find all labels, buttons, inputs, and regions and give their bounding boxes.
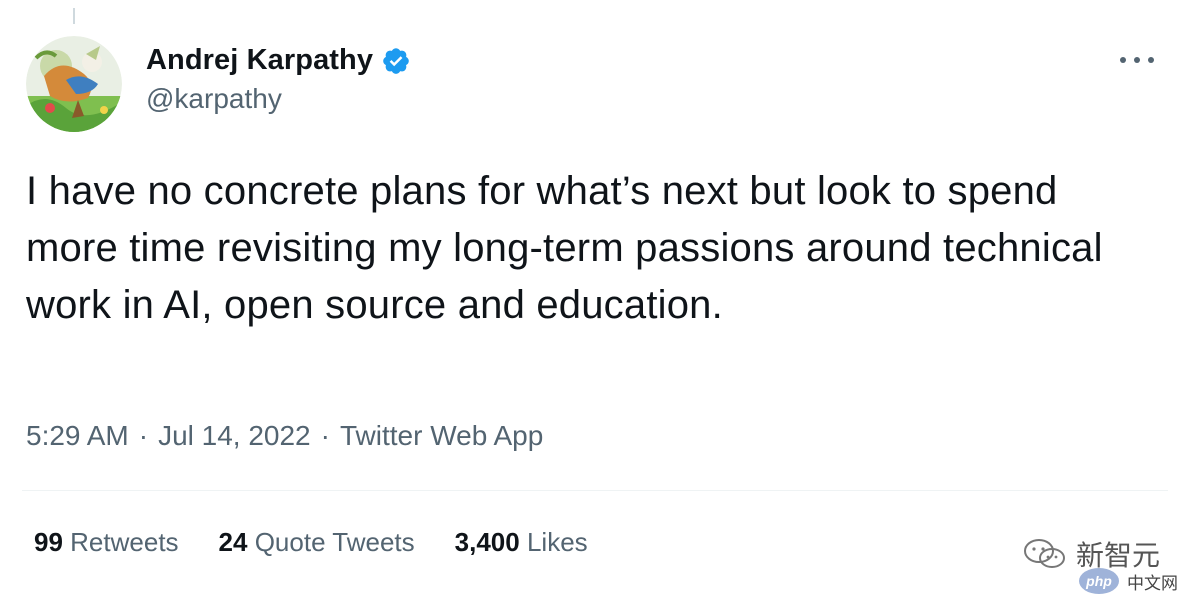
tweet-meta: 5:29 AM · Jul 14, 2022 · Twitter Web App: [26, 420, 543, 452]
author-name-row: Andrej Karpathy: [146, 44, 411, 77]
retweets-stat[interactable]: 99 Retweets: [34, 527, 179, 558]
meta-separator: ·: [138, 420, 149, 451]
php-site-text: 中文网: [1127, 573, 1178, 593]
verified-badge-icon: [383, 47, 409, 74]
quote-tweets-stat[interactable]: 24 Quote Tweets: [219, 527, 415, 558]
divider-top: [22, 490, 1168, 491]
likes-count: 3,400: [454, 527, 520, 557]
tweet-body-text: I have no concrete plans for what’s next…: [26, 169, 1103, 327]
author-avatar[interactable]: [26, 36, 122, 132]
author-handle[interactable]: @karpathy: [146, 83, 282, 115]
php-logo-icon: php: [1079, 568, 1119, 594]
tweet-stats: 99 Retweets 24 Quote Tweets 3,400 Likes: [34, 527, 588, 558]
retweets-label: Retweets: [70, 527, 179, 557]
author-display-name[interactable]: Andrej Karpathy: [146, 44, 373, 77]
more-dot: [1148, 57, 1154, 63]
wechat-logo-icon: [1023, 539, 1065, 568]
likes-label: Likes: [526, 527, 588, 557]
tweet-source[interactable]: Twitter Web App: [340, 420, 543, 452]
more-dot: [1134, 57, 1140, 63]
more-dot: [1120, 57, 1126, 63]
retweets-count: 99: [34, 527, 63, 557]
likes-stat[interactable]: 3,400 Likes: [455, 527, 588, 558]
tweet-date[interactable]: Jul 14, 2022: [158, 420, 311, 452]
meta-separator: ·: [320, 420, 330, 451]
more-options-icon[interactable]: [1120, 50, 1154, 70]
quote-tweets-label: Quote Tweets: [254, 527, 415, 557]
php-watermark: php 中文网: [1079, 568, 1178, 594]
tweet-card: Andrej Karpathy @karpathy I have no conc…: [0, 0, 1190, 604]
avatar-image-icon: [26, 36, 122, 132]
quote-tweets-count: 24: [218, 527, 248, 557]
tweet-time[interactable]: 5:29 AM: [26, 420, 129, 452]
thread-connector-line: [73, 8, 75, 24]
